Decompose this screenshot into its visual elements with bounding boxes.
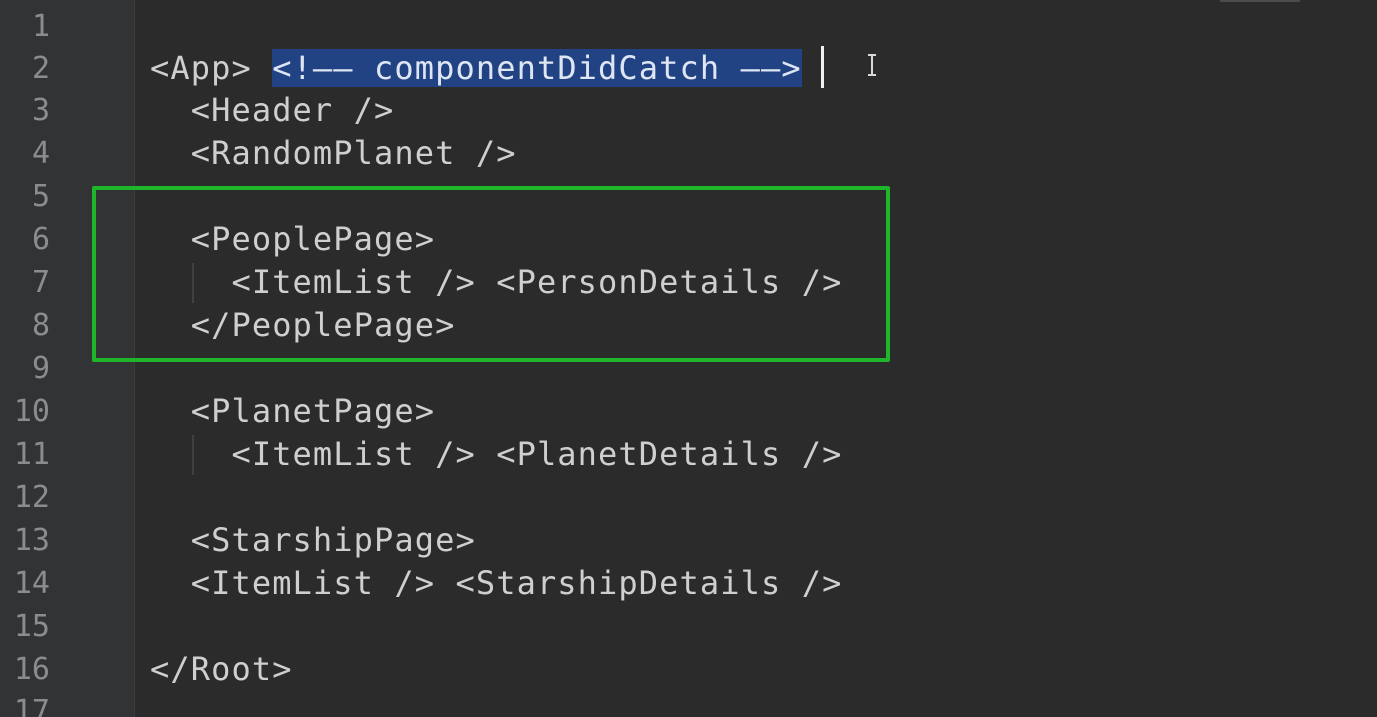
line-number: 3 xyxy=(31,93,50,128)
code-text: <App> xyxy=(150,49,252,87)
line-number: 10 xyxy=(13,394,50,429)
code-line-13[interactable]: <StarshipPage> xyxy=(150,519,476,562)
i-beam-cursor-icon xyxy=(868,54,876,76)
selected-comment[interactable]: <!—— componentDidCatch ——> xyxy=(272,49,802,87)
code-line-14[interactable]: <ItemList /> <StarshipDetails /> xyxy=(150,562,842,605)
line-number: 2 xyxy=(31,51,50,86)
code-editor[interactable]: 1 2 3 4 5 6 7 8 9 10 11 12 13 14 15 16 1… xyxy=(0,0,1377,717)
line-number: 7 xyxy=(31,265,50,300)
line-number: 8 xyxy=(31,308,50,343)
line-number: 6 xyxy=(31,222,50,257)
line-number: 17 xyxy=(13,694,50,717)
line-number: 15 xyxy=(13,609,50,644)
line-number: 1 xyxy=(31,9,50,44)
line-number: 9 xyxy=(31,351,50,386)
text-caret xyxy=(821,46,824,88)
line-number: 16 xyxy=(13,652,50,687)
code-line-3[interactable]: <Header /> xyxy=(150,89,394,132)
code-line-10[interactable]: <PlanetPage> xyxy=(150,390,435,433)
highlight-box xyxy=(92,186,890,362)
line-number: 13 xyxy=(13,523,50,558)
line-number: 5 xyxy=(31,179,50,214)
code-line-11[interactable]: <ItemList /> <PlanetDetails /> xyxy=(150,433,842,476)
code-line-2[interactable]: <App> <!—— componentDidCatch ——> xyxy=(150,47,802,90)
line-number: 14 xyxy=(13,566,50,601)
code-line-4[interactable]: <RandomPlanet /> xyxy=(150,132,517,175)
line-number: 4 xyxy=(31,136,50,171)
line-number: 12 xyxy=(13,480,50,515)
scroll-indicator xyxy=(1220,0,1300,2)
line-number: 11 xyxy=(13,437,50,472)
code-line-16[interactable]: </Root> xyxy=(150,648,293,691)
